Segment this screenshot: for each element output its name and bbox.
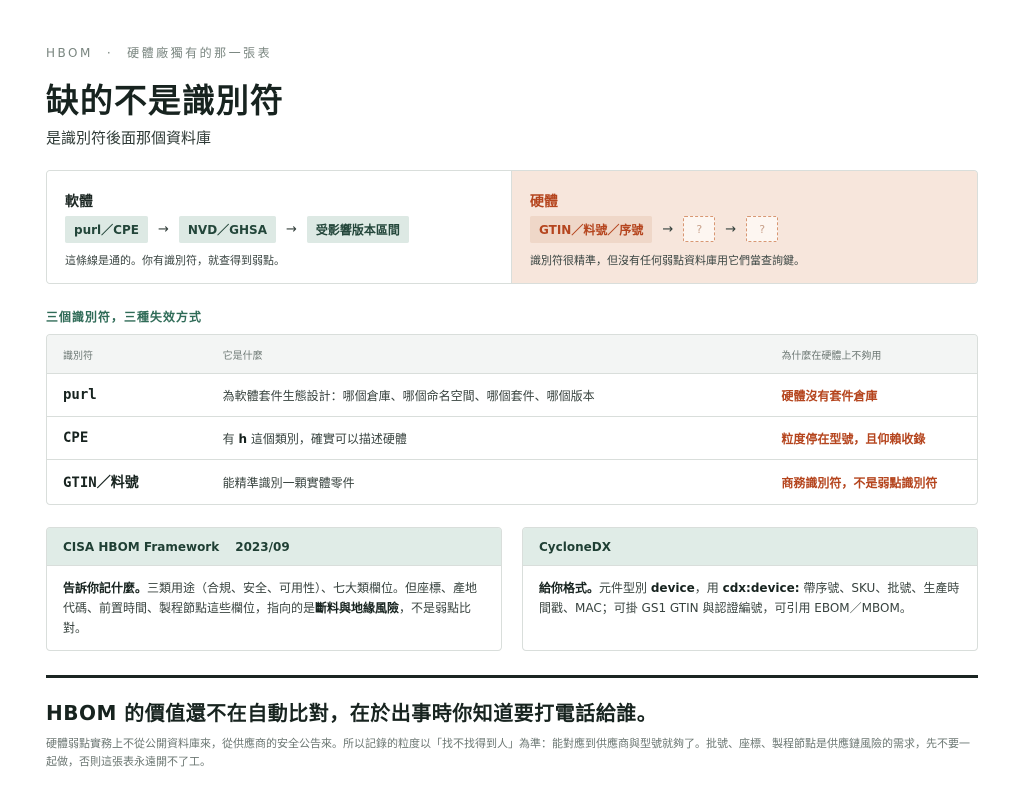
hardware-lookup-chain: GTIN／料號／序號 → ? → ?	[530, 215, 959, 243]
table-row: CPE 有 h 這個類別，確實可以描述硬體 粒度停在型號，且仰賴收錄	[47, 417, 977, 460]
eyebrow-separator: ·	[106, 46, 114, 60]
table-row: GTIN／料號 能精準識別一顆實體零件 商務識別符，不是弱點識別符	[47, 460, 977, 504]
identifier-table: 識別符 它是什麼 為什麼在硬體上不夠用 purl 為軟體套件生態設計：哪個倉庫、…	[46, 334, 978, 505]
cyclonedx-card-body: 給你格式。元件型別 device，用 cdx:device: 帶序號、SKU、批…	[539, 581, 960, 615]
cell-what: 有 h 這個類別，確實可以描述硬體	[222, 431, 407, 446]
eyebrow: HBOM · 硬體廠獨有的那一張表	[46, 44, 272, 61]
chip-affected-versions: 受影響版本區間	[306, 215, 409, 243]
closing-headline: HBOM 的價值還不在自動比對，在於出事時你知道要打電話給誰。	[46, 701, 658, 725]
closing-note: 硬體弱點實務上不從公開資料庫來，從供應商的安全公告來。所以記錄的粒度以「找不找得…	[46, 737, 970, 768]
cyclonedx-card-header: CycloneDX	[523, 528, 977, 566]
chip-nvd-ghsa: NVD／GHSA	[178, 215, 276, 243]
hardware-pane: 硬體 GTIN／料號／序號 → ? → ? 識別符很精準，但沒有任何弱點資料庫用…	[512, 171, 977, 283]
eyebrow-topic: 硬體廠獨有的那一張表	[127, 46, 273, 60]
cell-identifier: CPE	[63, 430, 89, 446]
table-header: 識別符 它是什麼 為什麼在硬體上不夠用	[47, 335, 977, 374]
cell-what: 能精準識別一顆實體零件	[222, 475, 355, 490]
cisa-card-header: CISA HBOM Framework 2023/09	[47, 528, 501, 566]
eyebrow-brand: HBOM	[46, 46, 93, 60]
software-pane: 軟體 purl／CPE → NVD／GHSA → 受影響版本區間 這條線是通的。…	[47, 171, 512, 283]
section-label: 三個識別符，三種失效方式	[46, 310, 203, 324]
unknown-database-placeholder: ?	[683, 216, 716, 242]
cell-identifier: GTIN／料號	[63, 475, 139, 491]
cisa-card-date: 2023/09	[235, 539, 290, 554]
cell-why: 硬體沒有套件倉庫	[781, 388, 878, 403]
cyclonedx-card-title: CycloneDX	[539, 539, 611, 554]
unknown-result-placeholder: ?	[746, 216, 779, 242]
software-pane-title: 軟體	[65, 194, 93, 210]
software-lookup-chain: purl／CPE → NVD／GHSA → 受影響版本區間	[65, 215, 493, 243]
cell-why: 商務識別符，不是弱點識別符	[781, 475, 938, 490]
arrow-icon: →	[286, 221, 297, 237]
header-what-it-is: 它是什麼	[222, 350, 263, 362]
cell-why: 粒度停在型號，且仰賴收錄	[781, 431, 926, 446]
cell-identifier: purl	[63, 387, 97, 403]
chip-gtin-part-serial: GTIN／料號／序號	[530, 215, 653, 243]
header-identifier: 識別符	[63, 350, 93, 362]
page-title: 缺的不是識別符	[46, 81, 284, 120]
cisa-card-title: CISA HBOM Framework	[63, 539, 220, 554]
page-subtitle: 是識別符後面那個資料庫	[46, 129, 212, 147]
cyclonedx-card: CycloneDX 給你格式。元件型別 device，用 cdx:device:…	[522, 527, 978, 651]
cisa-card-body: 告訴你記什麼。三類用途（合規、安全、可用性）、七大類欄位。但座標、產地代碼、前置…	[63, 581, 478, 635]
framework-cards: CISA HBOM Framework 2023/09 告訴你記什麼。三類用途（合…	[46, 527, 978, 651]
arrow-icon: →	[725, 221, 737, 237]
cisa-card: CISA HBOM Framework 2023/09 告訴你記什麼。三類用途（合…	[46, 527, 502, 651]
hardware-pane-note: 識別符很精準，但沒有任何弱點資料庫用它們當查詢鍵。	[530, 254, 805, 267]
software-pane-note: 這條線是通的。你有識別符，就查得到弱點。	[65, 254, 285, 267]
table-row: purl 為軟體套件生態設計：哪個倉庫、哪個命名空間、哪個套件、哪個版本 硬體沒…	[47, 374, 977, 417]
arrow-icon: →	[662, 221, 674, 237]
software-hardware-comparison: 軟體 purl／CPE → NVD／GHSA → 受影響版本區間 這條線是通的。…	[46, 170, 978, 284]
arrow-icon: →	[157, 221, 169, 237]
divider	[46, 675, 978, 678]
header-why-insufficient: 為什麼在硬體上不夠用	[781, 350, 882, 362]
chip-purl-cpe: purl／CPE	[65, 215, 148, 243]
cell-what: 為軟體套件生態設計：哪個倉庫、哪個命名空間、哪個套件、哪個版本	[222, 388, 595, 403]
hardware-pane-title: 硬體	[530, 194, 558, 210]
